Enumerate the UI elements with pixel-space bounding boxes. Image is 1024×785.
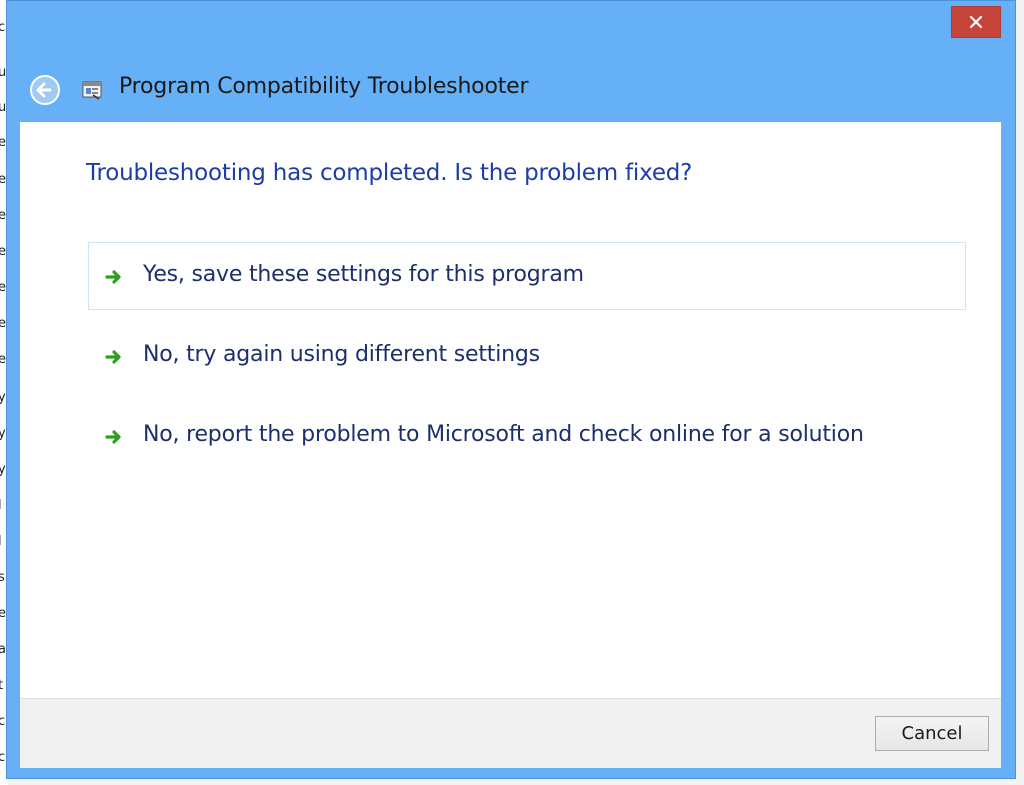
troubleshooter-app-icon bbox=[81, 79, 103, 101]
back-arrow-icon bbox=[30, 75, 60, 105]
option-try-different-settings[interactable]: No, try again using different settings bbox=[88, 322, 966, 390]
window-header: Program Compatibility Troubleshooter bbox=[7, 63, 1015, 119]
back-button[interactable] bbox=[28, 73, 62, 107]
green-arrow-icon bbox=[105, 350, 121, 364]
cancel-button[interactable]: Cancel bbox=[875, 716, 989, 751]
troubleshooter-window: Program Compatibility Troubleshooter Tro… bbox=[6, 0, 1016, 779]
content-pane: Troubleshooting has completed. Is the pr… bbox=[20, 122, 1001, 698]
dialog-footer: Cancel bbox=[20, 698, 1001, 768]
option-label: No, try again using different settings bbox=[143, 342, 540, 367]
window-title: Program Compatibility Troubleshooter bbox=[119, 74, 529, 99]
close-button[interactable] bbox=[951, 6, 1001, 38]
option-label: No, report the problem to Microsoft and … bbox=[143, 422, 864, 447]
option-label: Yes, save these settings for this progra… bbox=[143, 262, 584, 287]
close-icon bbox=[969, 15, 983, 29]
green-arrow-icon bbox=[105, 430, 121, 444]
option-yes-save-settings[interactable]: Yes, save these settings for this progra… bbox=[88, 242, 966, 310]
completion-question: Troubleshooting has completed. Is the pr… bbox=[86, 160, 693, 186]
green-arrow-icon bbox=[105, 270, 121, 284]
option-report-problem[interactable]: No, report the problem to Microsoft and … bbox=[88, 402, 966, 470]
